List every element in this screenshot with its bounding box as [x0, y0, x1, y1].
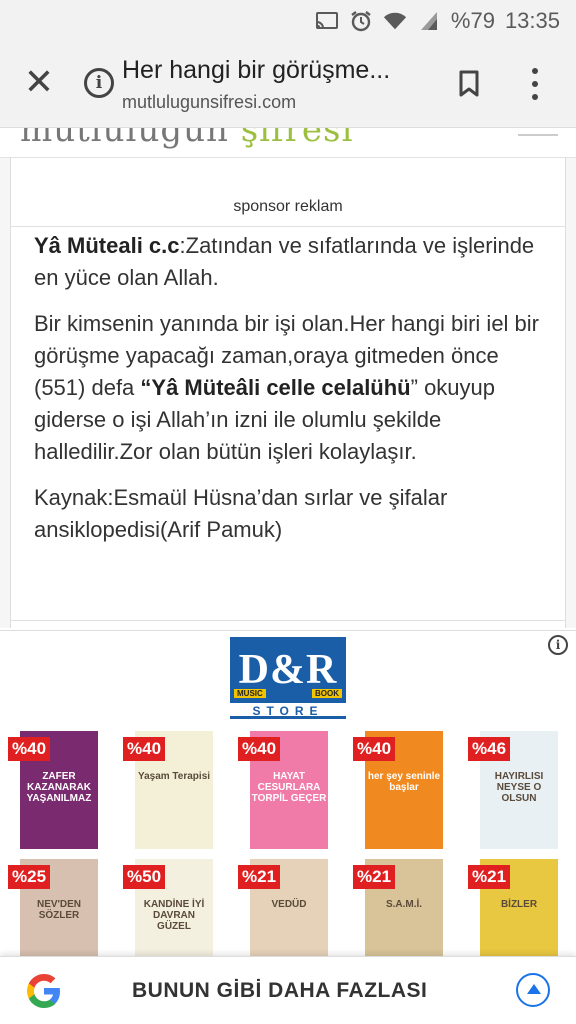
discount-badge: %40 — [123, 737, 166, 761]
ad-banner[interactable]: i D&R MUSIC BOOK STORE ZAFER KAZANARAK YA… — [0, 630, 576, 956]
book-title: KANDİNE İYİ DAVRAN GÜZEL — [143, 899, 205, 932]
discount-badge: %21 — [468, 865, 511, 889]
clock: 13:35 — [504, 8, 560, 33]
menu-icon[interactable] — [518, 130, 558, 136]
article-paragraph: Bir kimsenin yanında bir işi olan.Her ha… — [34, 311, 540, 464]
browser-toolbar: ✕ i Her hangi bir görüşme... mutluluguns… — [0, 40, 576, 128]
google-icon — [24, 971, 64, 1011]
book-item[interactable]: HAYAT CESURLARA TORPİL GEÇER %40 — [238, 731, 328, 849]
alarm-icon — [349, 10, 373, 32]
book-item[interactable]: her şey seninle başlar %40 — [353, 731, 443, 849]
book-title: HAYIRLISI NEYSE O OLSUN — [494, 771, 544, 804]
book-item[interactable]: VEDÜD %21 — [238, 859, 328, 956]
book-title: BİZLER — [500, 899, 538, 910]
book-title: ZAFER KAZANARAK YAŞANILMAZ — [26, 771, 92, 804]
wifi-icon — [383, 10, 407, 32]
site-header: mutlulugun şifresi — [0, 128, 576, 158]
sponsor-label: sponsor reklam — [233, 198, 343, 215]
book-item[interactable]: HAYIRLISI NEYSE O OLSUN %46 — [468, 731, 558, 849]
book-title: VEDÜD — [271, 899, 307, 910]
article-paragraph: Kaynak:Esmaül Hüsna’dan sırlar ve şifala… — [34, 485, 448, 542]
close-icon[interactable]: ✕ — [22, 64, 56, 100]
discount-badge: %40 — [353, 737, 396, 761]
discount-badge: %50 — [123, 865, 166, 889]
chevron-up-icon[interactable] — [516, 973, 550, 1007]
ad-info-icon[interactable]: i — [548, 635, 568, 655]
book-item[interactable]: Yaşam Terapisi %40 — [123, 731, 213, 849]
book-title: Yaşam Terapisi — [137, 771, 211, 782]
more-like-this-label: BUNUN GİBİ DAHA FAZLASI — [132, 979, 428, 1002]
book-title: NEV'DEN SÖZLER — [36, 899, 82, 921]
book-item[interactable]: BİZLER %21 — [468, 859, 558, 956]
status-bar: %79 13:35 — [0, 0, 576, 40]
book-title: S.A.M.İ. — [385, 899, 423, 910]
book-item[interactable]: S.A.M.İ. %21 — [353, 859, 443, 956]
discount-badge: %40 — [238, 737, 281, 761]
page-url[interactable]: mutlulugunsifresi.com — [122, 92, 296, 113]
discount-badge: %25 — [8, 865, 51, 889]
discount-badge: %21 — [353, 865, 396, 889]
cast-icon — [315, 10, 339, 32]
discount-badge: %21 — [238, 865, 281, 889]
site-logo[interactable]: mutlulugun şifresi — [20, 128, 353, 150]
book-item[interactable]: ZAFER KAZANARAK YAŞANILMAZ %40 — [8, 731, 98, 849]
bookmark-icon[interactable] — [458, 70, 480, 98]
info-icon[interactable]: i — [84, 68, 114, 98]
dr-store-logo[interactable]: D&R MUSIC BOOK STORE — [230, 637, 346, 721]
more-like-this-bar[interactable]: BUNUN GİBİ DAHA FAZLASI — [0, 956, 576, 1024]
book-title: HAYAT CESURLARA TORPİL GEÇER — [251, 771, 327, 804]
discount-badge: %46 — [468, 737, 511, 761]
more-vert-icon[interactable] — [530, 68, 540, 100]
book-item[interactable]: KANDİNE İYİ DAVRAN GÜZEL %50 — [123, 859, 213, 956]
battery-level: %79 — [450, 8, 495, 33]
book-title: her şey seninle başlar — [367, 771, 441, 793]
discount-badge: %40 — [8, 737, 51, 761]
book-item[interactable]: NEV'DEN SÖZLER %25 — [8, 859, 98, 956]
divider — [10, 620, 566, 621]
page-title: Her hangi bir görüşme... — [122, 56, 391, 84]
article-paragraph: Yâ Müteali c.c:Zatından ve sıfatlarında … — [34, 233, 535, 290]
article-body: Yâ Müteali c.c:Zatından ve sıfatlarında … — [34, 230, 546, 560]
divider — [10, 226, 566, 227]
signal-icon — [417, 10, 441, 32]
